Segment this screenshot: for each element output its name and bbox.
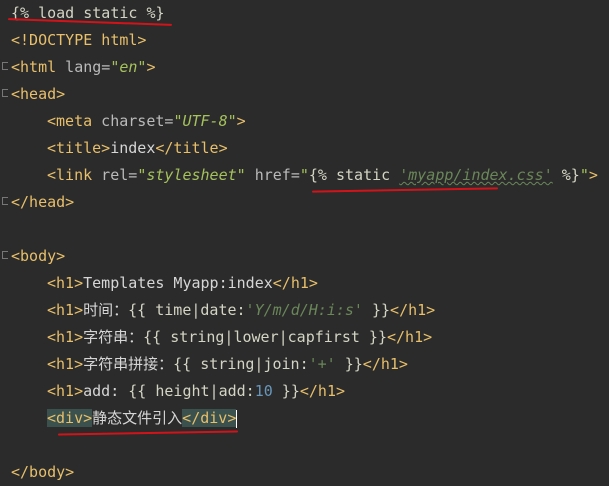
body-tag: <body>	[11, 247, 66, 265]
code-line: <div>静态文件引入</div>	[0, 405, 609, 432]
h1-tag-open: <h1>	[47, 274, 84, 292]
code-line: <link rel="stylesheet" href="{% static '…	[0, 162, 609, 189]
div-tag-close: </div>	[182, 409, 237, 427]
template-var: {{ string|lower|capfirst }}	[143, 328, 387, 346]
h1-tag-open: <h1>	[47, 382, 84, 400]
doctype: <!DOCTYPE html>	[11, 31, 147, 49]
attr-name: href=	[245, 166, 300, 184]
string-literal: 'Y/m/d/H:i:s'	[245, 301, 363, 319]
code-line: </body>	[0, 459, 609, 486]
string-literal: 'myapp/index.css'	[399, 166, 553, 184]
h1-tag-close: </h1>	[390, 301, 436, 319]
h1-tag-close: </h1>	[386, 328, 433, 346]
attr-name: charset=	[92, 112, 174, 130]
h1-tag-close: </h1>	[299, 382, 346, 400]
code-line: <h1>字符串拼接：{{ string|join:'+' }}</h1>	[0, 351, 609, 378]
code-line: <h1>时间：{{ time|date:'Y/m/d/H:i:s' }}</h1…	[0, 297, 609, 324]
h1-tag-open: <h1>	[47, 355, 84, 373]
h1-text: add:	[83, 382, 129, 400]
code-line: <h1>add: {{ height|add:10 }}</h1>	[0, 378, 609, 405]
template-var-end: }}	[335, 355, 363, 373]
template-tag: {% static	[308, 166, 400, 184]
attr-name: lang=	[56, 58, 111, 76]
div-text: 静态文件引入	[92, 409, 183, 427]
title-tag-open: <title>	[47, 139, 111, 157]
h1-tag-close: </h1>	[272, 274, 318, 292]
h1-tag-close: </h1>	[362, 355, 408, 373]
number-literal: 10	[254, 382, 273, 400]
h1-text: 时间：	[83, 301, 129, 319]
template-var-end: }}	[362, 301, 391, 319]
title-text: index	[110, 139, 156, 157]
div-tag-open: <div>	[47, 409, 93, 427]
template-var: {{ string|join:	[173, 355, 309, 373]
tag-close: >	[146, 58, 156, 76]
head-tag: <head>	[11, 85, 66, 103]
code-line: <title>index</title>	[0, 135, 609, 162]
link-tag-open: <link	[47, 166, 93, 184]
tag-close: >	[588, 166, 598, 184]
code-line: <html lang="en">	[0, 54, 609, 81]
h1-text: 字符串：	[83, 328, 144, 346]
code-line: <body>	[0, 243, 609, 270]
template-tag-end: %}	[552, 166, 580, 184]
body-close-tag: </body>	[11, 463, 75, 481]
template-var: {{ time|date:	[128, 301, 246, 319]
string-literal: '+'	[308, 355, 336, 373]
code-line: </head>	[0, 189, 609, 216]
attr-value: "stylesheet"	[137, 166, 246, 184]
code-line: <!DOCTYPE html>	[0, 27, 609, 54]
quote: "	[579, 166, 589, 184]
tag-close: >	[236, 112, 246, 130]
h1-text: 字符串拼接：	[83, 355, 174, 373]
h1-text: Templates Myapp:index	[83, 274, 273, 292]
h1-tag-open: <h1>	[47, 301, 84, 319]
code-line: <head>	[0, 81, 609, 108]
head-close-tag: </head>	[11, 193, 75, 211]
attr-value: "UTF-8"	[173, 112, 237, 130]
template-var-end: }}	[272, 382, 300, 400]
quote: "	[299, 166, 309, 184]
meta-tag-open: <meta	[47, 112, 93, 130]
text-cursor	[236, 409, 238, 428]
html-tag-open: <html	[11, 58, 57, 76]
code-line: <h1>字符串：{{ string|lower|capfirst }}</h1>	[0, 324, 609, 351]
code-line: <h1>Templates Myapp:index</h1>	[0, 270, 609, 297]
h1-tag-open: <h1>	[47, 328, 84, 346]
code-line: <meta charset="UTF-8">	[0, 108, 609, 135]
template-var: {{ height|add:	[128, 382, 255, 400]
attr-name: rel=	[92, 166, 138, 184]
title-tag-close: </title>	[155, 139, 228, 157]
attr-value: "en"	[110, 58, 147, 76]
